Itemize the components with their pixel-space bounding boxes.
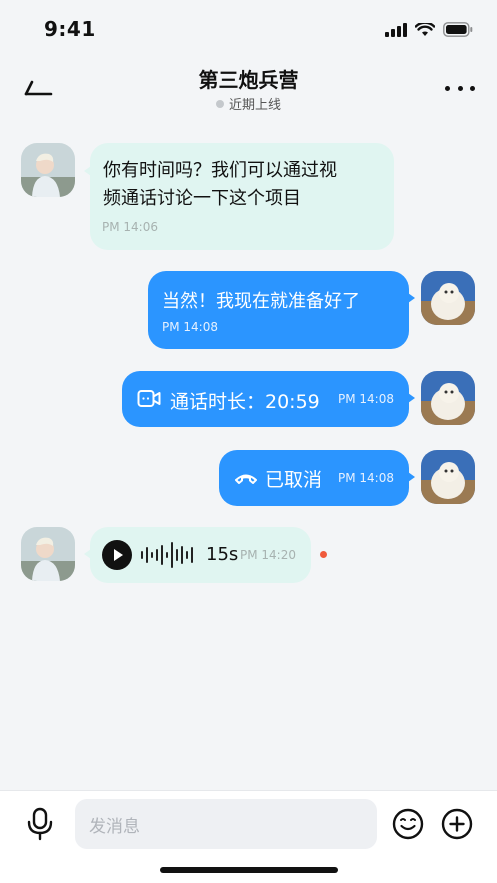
- message-text-line: 你有时间吗？我们可以通过视: [103, 160, 337, 181]
- microphone-icon[interactable]: [24, 807, 56, 841]
- message-text: 当然！我现在就准备好了: [162, 291, 360, 312]
- call-record-bubble[interactable]: 通话时长：20:59 PM 14:08: [122, 371, 409, 427]
- battery-icon: [443, 22, 473, 37]
- message-time: PM 14:06: [102, 220, 158, 234]
- status-icons: [385, 22, 473, 37]
- message-input[interactable]: 发消息: [75, 799, 377, 849]
- contact-avatar-image: [21, 527, 75, 581]
- home-indicator: [160, 867, 338, 873]
- emoji-icon[interactable]: [392, 808, 424, 840]
- more-options-button[interactable]: [445, 80, 475, 96]
- bubble-tail: [408, 293, 415, 303]
- message-time: PM 14:20: [240, 548, 296, 562]
- contact-avatar[interactable]: [21, 143, 75, 197]
- chat-title: 第三炮兵营: [198, 68, 299, 92]
- more-dot-icon: [470, 85, 475, 91]
- hang-up-icon: [235, 474, 257, 484]
- my-avatar-image: [421, 450, 475, 504]
- my-avatar[interactable]: [421, 271, 475, 325]
- play-button[interactable]: [102, 540, 132, 570]
- status-time: 9:41: [44, 17, 96, 41]
- unread-dot: [320, 551, 327, 558]
- call-duration-text: 通话时长：20:59: [170, 391, 320, 413]
- video-call-icon: [137, 390, 161, 407]
- message-bubble-outgoing[interactable]: 当然！我现在就准备好了 PM 14:08: [148, 271, 409, 349]
- my-avatar[interactable]: [421, 371, 475, 425]
- contact-avatar-image: [21, 143, 75, 197]
- wifi-icon: [415, 22, 435, 36]
- waveform-icon: [141, 542, 193, 568]
- play-icon: [114, 549, 123, 561]
- my-avatar[interactable]: [421, 450, 475, 504]
- bubble-tail: [408, 393, 415, 403]
- more-dot-icon: [457, 85, 463, 91]
- my-avatar-image: [421, 371, 475, 425]
- voice-duration: 15s: [206, 544, 239, 565]
- call-status-text: 已取消: [265, 469, 323, 491]
- status-dot-icon: [215, 100, 224, 108]
- bubble-tail: [408, 472, 415, 482]
- status-bar: 9:41: [0, 0, 497, 56]
- online-status: 近期上线: [0, 94, 497, 113]
- message-text-line: 频通话讨论一下这个项目: [103, 188, 301, 209]
- more-dot-icon: [445, 85, 450, 91]
- message-time: PM 14:08: [338, 392, 394, 406]
- message-time: PM 14:08: [162, 320, 218, 334]
- chat-header: 第三炮兵营 近期上线: [0, 56, 497, 120]
- add-icon[interactable]: [441, 808, 473, 840]
- my-avatar-image: [421, 271, 475, 325]
- message-text: 你有时间吗？我们可以通过视 频通话讨论一下这个项目: [103, 157, 337, 213]
- voice-message-bubble[interactable]: 15s PM 14:20: [90, 527, 311, 583]
- message-bubble-incoming[interactable]: 你有时间吗？我们可以通过视 频通话讨论一下这个项目 PM 14:06: [90, 143, 394, 250]
- message-time: PM 14:08: [338, 471, 394, 485]
- online-status-text: 近期上线: [228, 98, 281, 113]
- call-cancelled-bubble[interactable]: 已取消 PM 14:08: [219, 450, 409, 506]
- message-input-bar: 发消息: [0, 790, 497, 883]
- cellular-signal-icon: [385, 22, 407, 37]
- contact-avatar[interactable]: [21, 527, 75, 581]
